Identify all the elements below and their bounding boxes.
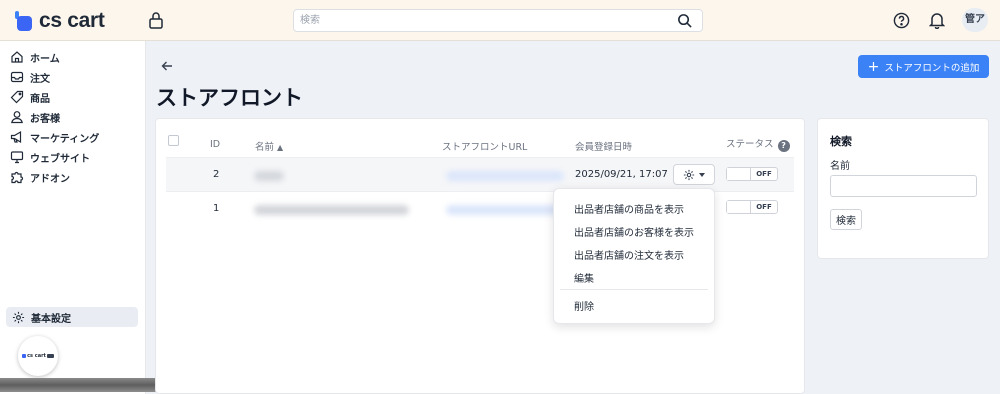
gear-icon xyxy=(12,311,25,323)
gear-icon xyxy=(683,169,695,180)
home-icon xyxy=(11,51,23,63)
toggle-label: OFF xyxy=(756,170,772,178)
lock-icon[interactable] xyxy=(148,11,164,29)
add-storefront-label: ストアフロントの追加 xyxy=(884,62,980,74)
back-arrow-icon[interactable] xyxy=(160,59,174,73)
page-title: ストアフロント xyxy=(156,86,303,110)
avatar[interactable]: 管ア xyxy=(962,8,988,32)
logo-mark-icon xyxy=(13,11,33,31)
column-header-status[interactable]: ステータス? xyxy=(726,136,790,152)
help-icon[interactable] xyxy=(893,12,910,29)
select-all-checkbox[interactable] xyxy=(168,135,179,146)
app-badge-text: cs cart xyxy=(27,353,46,359)
redacted-url[interactable] xyxy=(446,171,564,181)
row-actions-button[interactable] xyxy=(673,164,715,185)
sidebar-item-label: ホーム xyxy=(30,53,60,65)
bell-icon[interactable] xyxy=(929,11,945,29)
sidebar-item-label: 商品 xyxy=(30,93,50,105)
row-id: 2 xyxy=(213,169,220,180)
sort-asc-icon: ▲ xyxy=(277,143,284,152)
sidebar-item-home[interactable]: ホーム xyxy=(10,48,60,66)
help-icon[interactable]: ? xyxy=(777,140,790,152)
menu-divider xyxy=(560,289,708,290)
inbox-icon xyxy=(10,71,24,83)
menu-item-delete[interactable]: 削除 xyxy=(574,298,594,313)
sidebar-item-label: お客様 xyxy=(30,113,60,125)
monitor-icon xyxy=(10,151,24,164)
table-row[interactable]: 2 2025/09/21, 17:07 OFF xyxy=(166,157,794,192)
menu-item-view-orders[interactable]: 出品者店舗の注文を表示 xyxy=(574,247,684,262)
name-field[interactable] xyxy=(830,175,977,197)
row-id: 1 xyxy=(213,203,220,214)
caret-down-icon xyxy=(699,172,705,177)
search-panel-title: 検索 xyxy=(830,135,852,148)
column-header-label: ステータス xyxy=(726,139,774,150)
add-storefront-button[interactable]: + ストアフロントの追加 xyxy=(858,55,989,78)
sidebar-item-products[interactable]: 商品 xyxy=(10,88,50,106)
sidebar-item-website[interactable]: ウェブサイト xyxy=(10,148,90,166)
tag-icon xyxy=(10,90,24,104)
toggle-knob xyxy=(727,168,751,180)
sidebar-item-marketing[interactable]: マーケティング xyxy=(10,128,99,146)
status-toggle[interactable]: OFF xyxy=(726,200,778,214)
sidebar-item-customers[interactable]: お客様 xyxy=(10,108,60,126)
name-field-label: 名前 xyxy=(830,161,850,172)
logo-text: cs cart xyxy=(39,9,105,32)
sidebar: ホーム 注文 商品 お客様 マーケティング ウェブサイト アドオン 基本設定 c… xyxy=(0,41,146,394)
menu-item-edit[interactable]: 編集 xyxy=(574,270,594,285)
sidebar-item-settings[interactable]: 基本設定 xyxy=(6,307,138,327)
puzzle-icon xyxy=(11,171,24,184)
column-header-label: 名前 xyxy=(255,142,275,153)
sidebar-item-orders[interactable]: 注文 xyxy=(10,68,50,86)
redacted-name xyxy=(254,171,284,181)
sidebar-item-label: マーケティング xyxy=(30,133,100,145)
column-header-url[interactable]: ストアフロントURL xyxy=(442,139,527,153)
search-panel: 検索 名前 検索 xyxy=(817,118,989,259)
sidebar-item-label: 注文 xyxy=(30,73,50,85)
search-input[interactable] xyxy=(294,10,664,31)
logo[interactable]: cs cart xyxy=(13,9,105,33)
sidebar-item-label: 基本設定 xyxy=(31,313,71,325)
sidebar-item-addons[interactable]: アドオン xyxy=(10,168,70,186)
status-toggle[interactable]: OFF xyxy=(726,167,778,181)
row-actions-menu: 出品者店舗の商品を表示 出品者店舗のお客様を表示 出品者店舗の注文を表示 編集 … xyxy=(553,188,715,324)
search-icon[interactable] xyxy=(677,13,692,28)
user-icon xyxy=(11,111,23,124)
search-button[interactable]: 検索 xyxy=(830,209,862,230)
sidebar-item-label: ウェブサイト xyxy=(30,153,90,165)
menu-item-view-customers[interactable]: 出品者店舗のお客様を表示 xyxy=(574,224,694,239)
row-registered-date: 2025/09/21, 17:07 xyxy=(575,169,668,180)
sidebar-item-label: アドオン xyxy=(30,173,70,185)
column-header-registered[interactable]: 会員登録日時 xyxy=(575,139,632,153)
column-header-name[interactable]: 名前 ▲ xyxy=(255,139,283,153)
toggle-knob xyxy=(727,201,751,213)
menu-item-view-products[interactable]: 出品者店舗の商品を表示 xyxy=(574,201,684,216)
plus-icon: + xyxy=(867,58,880,75)
megaphone-icon xyxy=(10,130,22,144)
app-badge[interactable]: cs cart xyxy=(18,336,58,376)
redacted-url[interactable] xyxy=(446,205,564,215)
toggle-label: OFF xyxy=(756,203,772,211)
global-search xyxy=(293,9,703,32)
app-badge-logo: cs cart xyxy=(22,353,54,359)
top-bar: cs cart 管ア xyxy=(0,0,1000,41)
column-header-id[interactable]: ID xyxy=(210,139,220,150)
redacted-name xyxy=(254,205,409,215)
